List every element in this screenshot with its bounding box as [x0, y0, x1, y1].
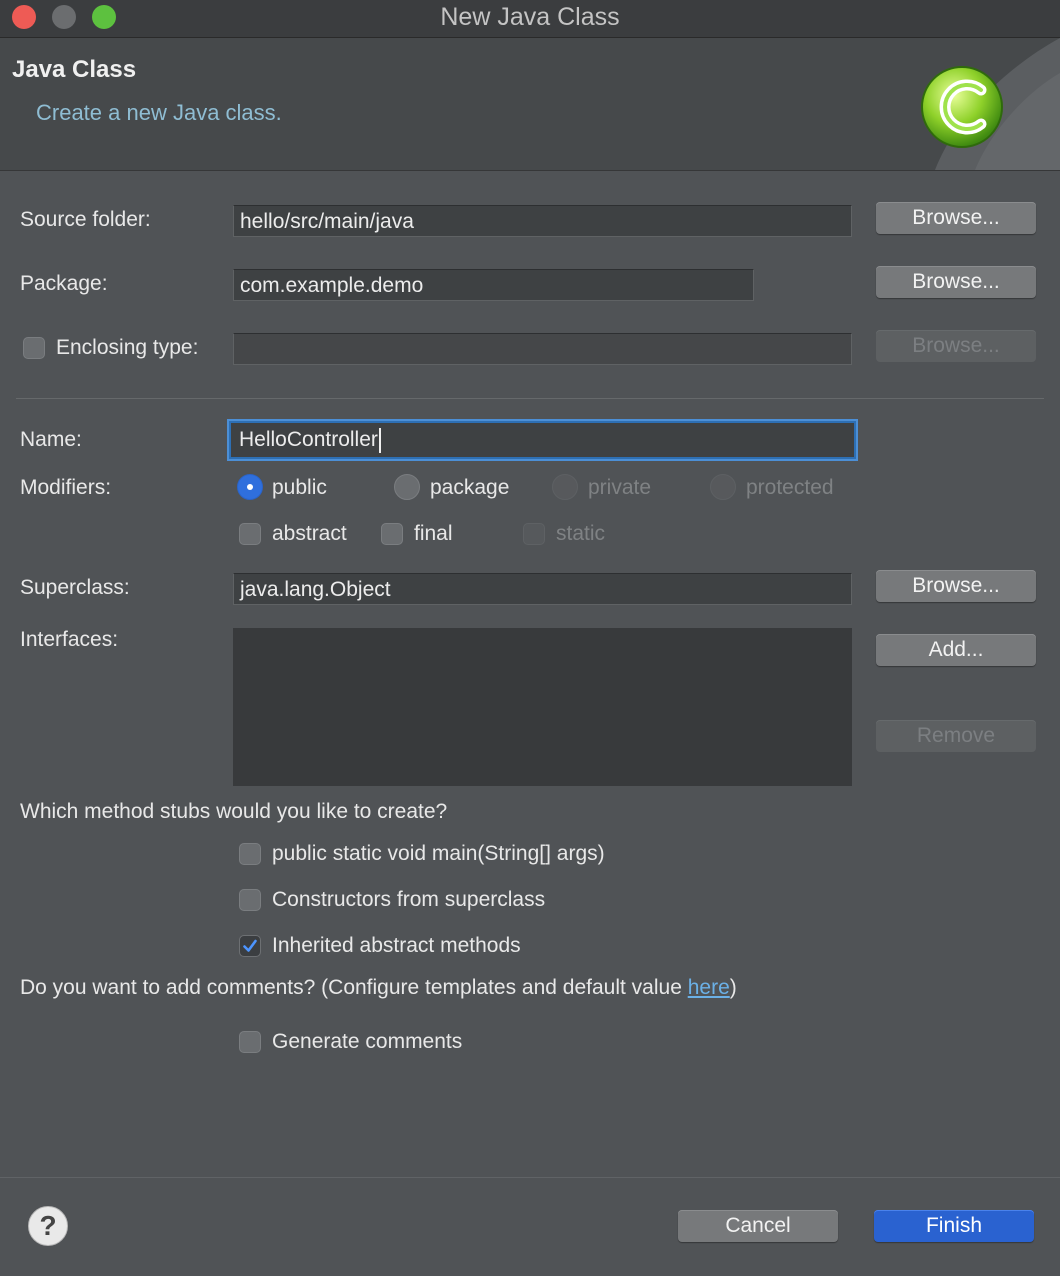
main-method-label: public static void main(String[] args) — [272, 842, 605, 865]
superclass-browse-button[interactable]: Browse... — [876, 570, 1036, 602]
protected-radio-label: protected — [746, 476, 834, 499]
enclosing-type-input — [233, 333, 852, 365]
comments-question: Do you want to add comments? (Configure … — [20, 976, 737, 1000]
inherited-methods-label: Inherited abstract methods — [272, 934, 521, 957]
private-radio-label: private — [588, 476, 652, 499]
wizard-title: Java Class — [12, 56, 137, 83]
method-stubs-question: Which method stubs would you like to cre… — [20, 800, 448, 823]
constructors-label: Constructors from superclass — [272, 888, 546, 911]
checkmark-icon — [243, 939, 257, 952]
package-browse-button[interactable]: Browse... — [876, 266, 1036, 298]
title-bar: New Java Class — [0, 0, 1060, 38]
protected-radio — [710, 474, 736, 500]
name-label: Name: — [20, 428, 82, 451]
add-interface-button[interactable]: Add... — [876, 634, 1036, 666]
wizard-description: Create a new Java class. — [36, 100, 282, 125]
package-radio-label: package — [430, 476, 510, 499]
separator — [16, 398, 1044, 399]
text-caret — [378, 427, 381, 453]
source-folder-browse-button[interactable]: Browse... — [876, 202, 1036, 234]
enclosing-type-browse-button: Browse... — [876, 330, 1036, 362]
package-label: Package: — [20, 272, 108, 295]
configure-templates-link[interactable]: here — [688, 976, 730, 999]
comments-question-suffix: ) — [729, 976, 737, 999]
inherited-methods-checkbox[interactable] — [239, 935, 261, 957]
modifiers-label: Modifiers: — [20, 476, 112, 499]
finish-button[interactable]: Finish — [874, 1210, 1034, 1242]
superclass-input[interactable]: java.lang.Object — [233, 573, 852, 605]
superclass-label: Superclass: — [20, 576, 130, 599]
java-class-c-icon — [921, 38, 1060, 170]
main-method-checkbox[interactable] — [239, 843, 261, 865]
name-input[interactable]: HelloController — [229, 421, 856, 459]
public-radio-label: public — [272, 476, 327, 499]
cancel-button[interactable]: Cancel — [678, 1210, 838, 1242]
abstract-checkbox-label: abstract — [272, 522, 347, 545]
source-folder-label: Source folder: — [20, 208, 151, 231]
package-input[interactable]: com.example.demo — [233, 269, 754, 301]
private-radio — [552, 474, 578, 500]
abstract-checkbox[interactable] — [239, 523, 261, 545]
static-checkbox-label: static — [556, 522, 606, 545]
window-title: New Java Class — [440, 3, 620, 31]
public-radio[interactable] — [237, 474, 263, 500]
enclosing-type-label: Enclosing type: — [56, 336, 199, 359]
help-icon[interactable]: ? — [28, 1206, 68, 1246]
package-radio[interactable] — [394, 474, 420, 500]
comments-question-text: Do you want to add comments? (Configure … — [20, 976, 688, 999]
wizard-header: Java Class Create a new Java class. — [0, 38, 1060, 171]
interfaces-label: Interfaces: — [20, 628, 119, 651]
enclosing-type-checkbox[interactable] — [23, 337, 45, 359]
constructors-checkbox[interactable] — [239, 889, 261, 911]
generate-comments-checkbox[interactable] — [239, 1031, 261, 1053]
generate-comments-label: Generate comments — [272, 1030, 463, 1053]
name-input-value: HelloController — [239, 428, 378, 451]
remove-interface-button: Remove — [876, 720, 1036, 752]
footer-separator — [0, 1177, 1060, 1178]
static-checkbox — [523, 523, 545, 545]
source-folder-input[interactable]: hello/src/main/java — [233, 205, 852, 237]
final-checkbox-label: final — [414, 522, 453, 545]
interfaces-list[interactable] — [233, 628, 852, 786]
final-checkbox[interactable] — [381, 523, 403, 545]
